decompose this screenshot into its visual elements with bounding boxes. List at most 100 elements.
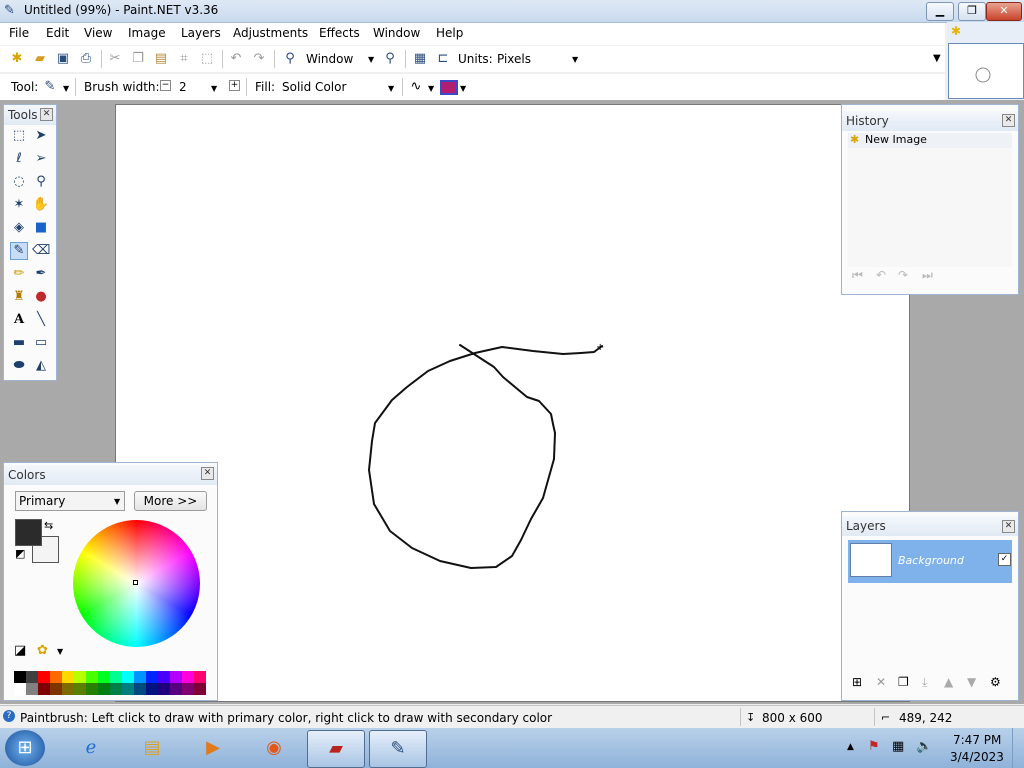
show-desktop-button[interactable]: [1012, 728, 1024, 768]
palette-swatch[interactable]: [170, 671, 182, 683]
layer-visibility-checkbox[interactable]: ✓: [998, 553, 1011, 566]
palette-swatch[interactable]: [98, 671, 110, 683]
palette-swatch[interactable]: [158, 671, 170, 683]
recolor-icon[interactable]: ●: [32, 288, 50, 306]
media-player-icon[interactable]: ▶: [185, 730, 241, 766]
paintbrush-icon[interactable]: ✎: [42, 79, 58, 95]
move-up-icon[interactable]: ▲: [944, 675, 953, 689]
menu-edit[interactable]: Edit: [46, 26, 69, 40]
volume-icon[interactable]: 🔈: [916, 739, 932, 754]
chevron-down-icon[interactable]: ▼: [211, 84, 217, 93]
fill-select[interactable]: Solid Color: [281, 77, 398, 97]
palette-swatch[interactable]: [194, 671, 206, 683]
menu-layers[interactable]: Layers: [181, 26, 221, 40]
chevron-down-icon[interactable]: ▼: [368, 55, 374, 64]
close-icon[interactable]: ✕: [1002, 114, 1015, 127]
gradient-icon[interactable]: ■: [32, 219, 50, 237]
menu-window[interactable]: Window: [373, 26, 420, 40]
deselect-icon[interactable]: ⬚: [199, 51, 215, 67]
chevron-down-icon[interactable]: ▼: [572, 55, 578, 64]
network-icon[interactable]: ▦: [892, 739, 904, 754]
start-button[interactable]: ⊞: [5, 730, 45, 766]
blend-mode-icon[interactable]: [440, 80, 458, 95]
palette-swatch[interactable]: [38, 671, 50, 683]
save-icon[interactable]: ▣: [55, 51, 71, 67]
paste-icon[interactable]: ▤: [153, 51, 169, 67]
zoom-icon[interactable]: ⚲: [32, 173, 50, 191]
undo-icon[interactable]: ↶: [876, 268, 886, 282]
decrease-width-button[interactable]: −: [160, 80, 171, 91]
palette-swatch[interactable]: [26, 683, 38, 695]
delete-layer-icon[interactable]: ✕: [876, 675, 886, 689]
file-explorer-icon[interactable]: ▤: [124, 730, 180, 766]
text-icon[interactable]: A: [10, 311, 28, 329]
palette-menu-icon[interactable]: ✿: [37, 643, 48, 658]
palette-swatch[interactable]: [26, 671, 38, 683]
eraser-icon[interactable]: ⌫: [32, 242, 50, 260]
palette-editor-icon[interactable]: ◪: [14, 643, 26, 658]
palette-swatch[interactable]: [86, 683, 98, 695]
menu-help[interactable]: Help: [436, 26, 463, 40]
move-selection-icon[interactable]: ➤: [32, 127, 50, 145]
chevron-down-icon[interactable]: ▼: [57, 647, 63, 656]
layer-row[interactable]: Background ✓: [848, 540, 1012, 583]
clock-date[interactable]: 3/4/2023: [950, 750, 1004, 764]
palette-swatch[interactable]: [14, 683, 26, 695]
palette-swatch[interactable]: [146, 671, 158, 683]
move-selected-icon[interactable]: ➢: [32, 150, 50, 168]
palette-swatch[interactable]: [74, 683, 86, 695]
close-icon[interactable]: ✕: [1002, 520, 1015, 533]
open-icon[interactable]: ▰: [32, 51, 48, 67]
grid-icon[interactable]: ▦: [412, 51, 428, 67]
palette-swatch[interactable]: [110, 683, 122, 695]
palette-swatch[interactable]: [86, 671, 98, 683]
palette-swatch[interactable]: [98, 683, 110, 695]
chevron-down-icon[interactable]: ▼: [63, 84, 69, 93]
magic-wand-icon[interactable]: ✶: [10, 196, 28, 214]
color-wheel[interactable]: [73, 520, 200, 647]
menu-image[interactable]: Image: [128, 26, 166, 40]
primary-color-swatch[interactable]: [15, 519, 42, 546]
paint-bucket-icon[interactable]: ◈: [10, 219, 28, 237]
line-curve-icon[interactable]: ╲: [32, 311, 50, 329]
menu-file[interactable]: File: [9, 26, 29, 40]
zoom-mode-select[interactable]: Window: [305, 49, 377, 69]
units-select[interactable]: Pixels: [496, 49, 582, 69]
firefox-icon[interactable]: ◉: [246, 730, 302, 766]
palette-swatch[interactable]: [74, 671, 86, 683]
undo-icon[interactable]: ↶: [228, 51, 244, 67]
palette-swatch[interactable]: [134, 683, 146, 695]
merge-down-icon[interactable]: ⤓: [922, 675, 927, 690]
add-layer-icon[interactable]: ⊞: [852, 675, 862, 689]
redo-icon[interactable]: ↷: [251, 51, 267, 67]
drawing-canvas[interactable]: +: [115, 104, 910, 702]
clone-stamp-icon[interactable]: ♜: [10, 288, 28, 306]
palette-swatch[interactable]: [122, 683, 134, 695]
color-picker-icon[interactable]: ✒: [32, 265, 50, 283]
menu-view[interactable]: View: [84, 26, 112, 40]
rounded-rectangle-icon[interactable]: ▭: [32, 334, 50, 352]
cut-icon[interactable]: ✂: [107, 51, 123, 67]
clock-time[interactable]: 7:47 PM: [953, 733, 1001, 747]
lasso-select-icon[interactable]: ℓ: [10, 150, 28, 168]
palette-swatch[interactable]: [14, 671, 26, 683]
minimize-button[interactable]: ▁: [926, 2, 954, 21]
palette-swatch[interactable]: [158, 683, 170, 695]
new-icon[interactable]: ✱: [9, 51, 25, 67]
ellipse-select-icon[interactable]: ◌: [10, 173, 28, 191]
palette-swatch[interactable]: [146, 683, 158, 695]
toolbox-icon[interactable]: ▰: [307, 730, 365, 768]
more-colors-button[interactable]: More >>: [134, 491, 207, 511]
palette-swatch[interactable]: [170, 683, 182, 695]
close-icon[interactable]: ✕: [40, 108, 53, 121]
layer-properties-icon[interactable]: ⚙: [990, 675, 1001, 689]
palette-swatch[interactable]: [194, 683, 206, 695]
rectangle-icon[interactable]: ▬: [10, 334, 28, 352]
freeform-shape-icon[interactable]: ◭: [32, 357, 50, 375]
rewind-icon[interactable]: ⏮: [852, 268, 863, 283]
maximize-button[interactable]: ❐: [958, 2, 986, 21]
menu-adjustments[interactable]: Adjustments: [233, 26, 308, 40]
pencil-icon[interactable]: ✏: [10, 265, 28, 283]
palette-swatch[interactable]: [50, 683, 62, 695]
pan-icon[interactable]: ✋: [32, 196, 50, 214]
